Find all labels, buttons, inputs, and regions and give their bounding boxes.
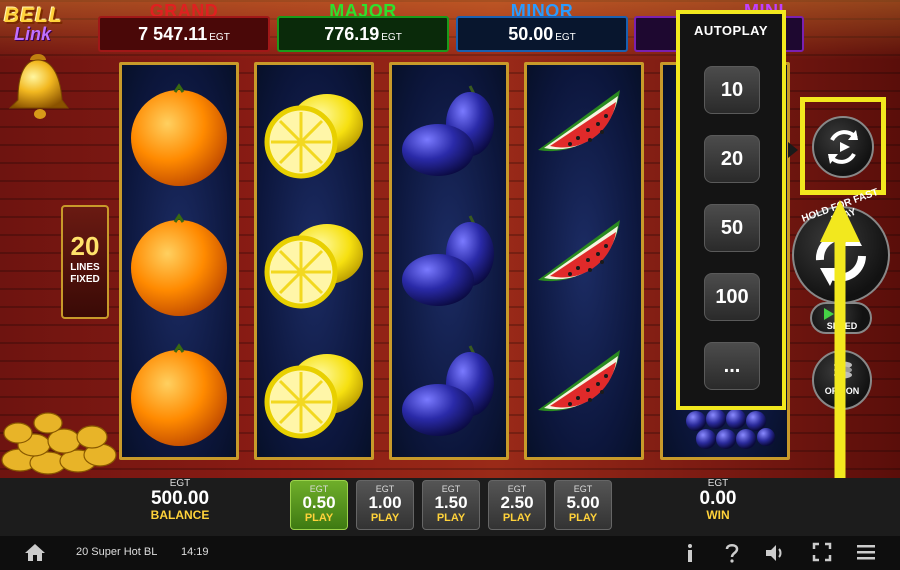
balance-display: EGT 500.00 BALANCE (140, 478, 220, 522)
autoplay-option-10[interactable]: 10 (704, 66, 760, 114)
autoplay-option-20[interactable]: 20 (704, 135, 760, 183)
jackpot-major-currency: EGT (381, 31, 402, 43)
reel-1 (119, 62, 239, 460)
jackpot-grand: GRAND 7 547.11 EGT (98, 1, 270, 52)
lines-fixed-panel: 20 LINES FIXED (61, 205, 109, 319)
bet-label: PLAY (502, 512, 532, 524)
menu-icon[interactable] (856, 542, 876, 562)
watermelon-icon (527, 199, 641, 331)
win-value: 0.00 (699, 488, 737, 509)
jackpot-minor-currency: EGT (555, 31, 576, 43)
balance-label: BALANCE (150, 508, 210, 522)
balance-value: 500.00 (150, 488, 210, 509)
gold-coins-icon (1, 412, 117, 475)
jackpot-minor-box: 50.00 EGT (456, 16, 628, 52)
lemon-icon (257, 329, 371, 461)
annotation-arrow-icon (820, 200, 860, 488)
clock-time: 14:19 (181, 546, 209, 558)
bet-label: PLAY (436, 512, 466, 524)
bet-value: 1.50 (434, 493, 468, 512)
autoplay-cycle-icon (828, 130, 858, 164)
jackpot-major: MAJOR 776.19 EGT (277, 1, 449, 52)
bet-button-0.50[interactable]: EGT 0.50 PLAY (290, 480, 348, 530)
fixed-label: FIXED (70, 274, 100, 285)
sound-icon[interactable] (764, 542, 786, 564)
plum-icon (392, 199, 506, 331)
jackpot-major-value: 776.19 (324, 23, 380, 44)
win-label: WIN (706, 508, 730, 522)
bet-label: PLAY (568, 512, 598, 524)
bet-value: 2.50 (500, 493, 534, 512)
bet-button-1.00[interactable]: EGT 1.00 PLAY (356, 480, 414, 530)
status-bar: 20 Super Hot BL 14:19 (0, 536, 900, 570)
autoplay-option-100[interactable]: 100 (704, 273, 760, 321)
autoplay-option-more[interactable]: ... (704, 342, 760, 390)
bet-button-2.50[interactable]: EGT 2.50 PLAY (488, 480, 546, 530)
reel-4 (524, 62, 644, 460)
lines-label: LINES (70, 262, 100, 273)
jackpot-minor-value: 50.00 (508, 23, 554, 44)
orange-icon (122, 199, 236, 331)
home-icon[interactable] (24, 542, 46, 562)
lemon-icon (257, 69, 371, 201)
jackpot-minor: MINOR 50.00 EGT (456, 1, 628, 52)
plum-icon (392, 329, 506, 461)
reel-2 (254, 62, 374, 460)
watermelon-icon (527, 69, 641, 201)
lemon-icon (257, 199, 371, 331)
game-name: 20 Super Hot BL (76, 546, 158, 558)
autoplay-option-50[interactable]: 50 (704, 204, 760, 252)
jackpot-major-box: 776.19 EGT (277, 16, 449, 52)
bell-icon (8, 54, 69, 119)
jackpot-grand-currency: EGT (209, 31, 230, 43)
panel-pointer-icon (788, 142, 798, 158)
lines-count: 20 (70, 231, 100, 261)
bottom-bar: EGT 500.00 BALANCE EGT 0.50 PLAY EGT 1.0… (0, 478, 900, 536)
jackpot-grand-box: 7 547.11 EGT (98, 16, 270, 52)
autoplay-title: AUTOPLAY (693, 23, 769, 38)
bet-label: PLAY (304, 512, 334, 524)
info-icon[interactable] (684, 542, 696, 564)
bet-label: PLAY (370, 512, 400, 524)
bet-button-5.00[interactable]: EGT 5.00 PLAY (554, 480, 612, 530)
help-icon[interactable] (724, 542, 740, 564)
logo-word-link: Link (14, 24, 52, 44)
watermelon-icon (527, 329, 641, 461)
orange-icon (122, 329, 236, 461)
grape-icon (673, 405, 787, 455)
orange-icon (122, 69, 236, 201)
bet-value: 0.50 (302, 493, 336, 512)
jackpot-grand-value: 7 547.11 (138, 23, 208, 44)
reel-3 (389, 62, 509, 460)
bet-button-1.50[interactable]: EGT 1.50 PLAY (422, 480, 480, 530)
fullscreen-icon[interactable] (812, 542, 832, 562)
plum-icon (392, 69, 506, 201)
bet-value: 5.00 (566, 493, 600, 512)
win-display: EGT 0.00 WIN (686, 478, 750, 522)
autoplay-button[interactable] (812, 116, 874, 178)
autoplay-panel: AUTOPLAY 10 20 50 100 ... (676, 10, 786, 410)
bet-value: 1.00 (368, 493, 402, 512)
